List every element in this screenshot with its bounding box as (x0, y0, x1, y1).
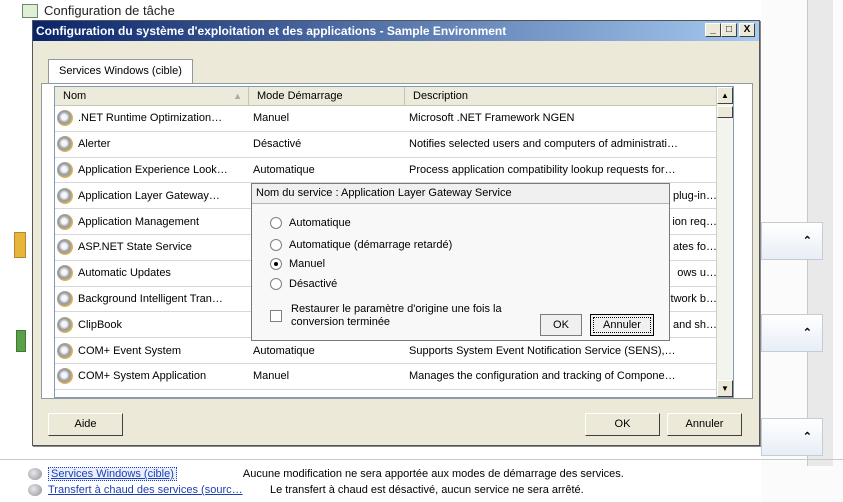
collapse-section-2[interactable]: ⌃ (761, 314, 823, 352)
ok-button[interactable]: OK (585, 413, 660, 436)
collapse-section-3[interactable]: ⌃ (761, 418, 823, 456)
service-icon (57, 342, 73, 359)
task-config-header: Configuration de tâche (22, 3, 175, 18)
option-manual[interactable]: Manuel (270, 258, 325, 270)
service-icon (57, 316, 73, 333)
service-icon (57, 136, 73, 153)
option-automatic-delayed[interactable]: Automatique (démarrage retardé) (270, 239, 452, 251)
startup-mode-popup: Nom du service : Application Layer Gatew… (251, 183, 670, 341)
divider (0, 459, 843, 460)
service-icon (57, 187, 73, 204)
dialog-titlebar: Configuration du système d'exploitation … (33, 21, 759, 41)
popup-title: Nom du service : Application Layer Gatew… (252, 184, 669, 204)
option-disabled[interactable]: Désactivé (270, 278, 337, 290)
column-header-description[interactable]: Description (405, 87, 718, 105)
scroll-up-icon[interactable]: ▲ (717, 87, 733, 104)
table-row[interactable]: COM+ System Application Manuel Manages the… (55, 364, 733, 390)
gear-icon (28, 468, 42, 480)
service-icon (57, 239, 73, 256)
scroll-thumb[interactable] (717, 106, 733, 118)
scroll-down-icon[interactable]: ▼ (717, 380, 733, 397)
restore-checkbox[interactable] (270, 310, 282, 322)
maximize-button[interactable]: □ (721, 23, 737, 37)
sort-arrow-icon: ▲ (233, 91, 242, 101)
chevron-up-icon: ⌃ (802, 235, 812, 247)
column-header-mode[interactable]: Mode Démarrage (249, 87, 405, 105)
collapse-section-1[interactable]: ⌃ (761, 222, 823, 260)
task-icon (22, 3, 38, 18)
table-row[interactable]: Alerter Désactivé Notifies selected users … (55, 132, 733, 158)
column-header-name[interactable]: Nom ▲ (55, 87, 249, 105)
table-row[interactable]: .NET Runtime Optimization… Manuel Microsof… (55, 106, 733, 132)
vertical-scrollbar[interactable]: ▲ ▼ (716, 87, 733, 397)
help-button[interactable]: Aide (48, 413, 123, 436)
chevron-up-icon: ⌃ (802, 431, 812, 443)
list-item: Transfert à chaud des services (sourc… L… (28, 482, 768, 498)
list-item: Services Windows (cible) Aucune modifica… (28, 466, 768, 482)
services-link[interactable]: Services Windows (cible) (48, 467, 177, 481)
service-icon (57, 213, 73, 230)
restore-label: Restaurer le paramètre d'origine une foi… (291, 303, 502, 328)
close-button[interactable]: X (739, 23, 755, 37)
summary-desc: Le transfert à chaud est désactivé, aucu… (270, 484, 584, 496)
service-icon (57, 110, 73, 127)
chevron-up-icon: ⌃ (802, 327, 812, 339)
hand-icon (14, 232, 26, 258)
popup-ok-button[interactable]: OK (540, 314, 582, 336)
minimize-button[interactable]: _ (705, 23, 721, 37)
service-icon (57, 161, 73, 178)
summary-desc: Aucune modification ne sera apportée aux… (242, 468, 624, 480)
service-icon (57, 290, 73, 307)
grid-header: Nom ▲ Mode Démarrage Description (55, 87, 733, 106)
popup-cancel-button[interactable]: Annuler (590, 314, 654, 336)
hot-transfer-link[interactable]: Transfert à chaud des services (sourc… (48, 484, 270, 496)
service-icon (57, 368, 73, 385)
radio-automatic-delayed[interactable] (270, 239, 282, 251)
radio-automatic[interactable] (270, 217, 282, 229)
radio-manual[interactable] (270, 258, 282, 270)
table-row[interactable]: COM+ Event System Automatique Supports Sys… (55, 338, 733, 364)
radio-disabled[interactable] (270, 278, 282, 290)
cancel-button[interactable]: Annuler (667, 413, 742, 436)
option-automatic[interactable]: Automatique (270, 217, 351, 229)
table-row[interactable]: Application Experience Look… Automatique P… (55, 158, 733, 184)
section-icon (16, 330, 26, 352)
summary-list: Services Windows (cible) Aucune modifica… (28, 466, 768, 498)
service-icon (57, 265, 73, 282)
tab-windows-services[interactable]: Services Windows (cible) (48, 59, 193, 83)
gear-icon (28, 484, 42, 496)
task-title: Configuration de tâche (44, 3, 175, 18)
dialog-title: Configuration du système d'exploitation … (36, 24, 507, 38)
